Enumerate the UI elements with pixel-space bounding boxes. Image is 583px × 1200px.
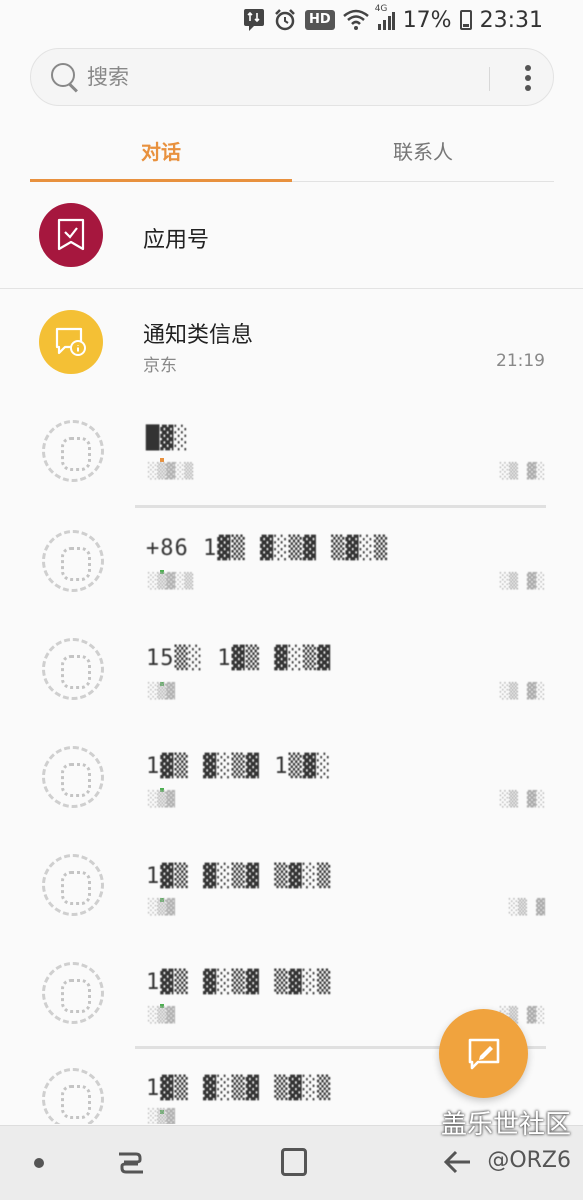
- contact-name: 1▓▒ ▓░▒▓ ▒▓░▒: [146, 970, 332, 995]
- message-time: ░▒ ▓░: [499, 572, 545, 590]
- message-preview: ░▒▓░▒: [148, 462, 194, 480]
- message-preview: ░▒▓: [148, 1006, 176, 1024]
- data-transfer-icon: [243, 8, 265, 32]
- conversation-sender: 京东: [143, 356, 177, 376]
- contact-name: +86 1▓▒ ▓░▒▓ ▒▓░▒: [146, 536, 389, 561]
- alarm-icon: [273, 8, 297, 32]
- message-preview: ░▒▓: [148, 682, 176, 700]
- contact-name: 15▒░ 1▓▒ ▓░▒▓: [146, 646, 332, 671]
- search-input[interactable]: [87, 65, 447, 89]
- battery-icon: [459, 10, 472, 30]
- conversation-time: 21:19: [496, 351, 545, 371]
- home-icon[interactable]: [281, 1148, 307, 1176]
- recents-icon[interactable]: [116, 1148, 146, 1178]
- watermark-site: 盖乐世社区: [440, 1110, 571, 1140]
- avatar: [42, 854, 104, 916]
- hd-badge: HD: [305, 10, 335, 30]
- watermark-user: @ORZ6: [487, 1148, 571, 1173]
- nav-dot-icon[interactable]: [34, 1158, 44, 1168]
- list-item[interactable]: █▓░ ░▒▓░▒ ░▒ ▓░: [0, 400, 583, 508]
- list-item[interactable]: +86 1▓▒ ▓░▒▓ ▒▓░▒ ░▒▓░▒ ░▒ ▓░: [0, 512, 583, 622]
- compose-button[interactable]: [439, 1009, 528, 1098]
- message-preview: ░▒▓: [148, 898, 176, 916]
- list-item[interactable]: 1▓▒ ▓░▒▓ 1▒▓░ ░▒▓ ░▒ ▓░: [0, 732, 583, 842]
- avatar: [42, 638, 104, 700]
- message-time: ░▒ ▓░: [499, 682, 545, 700]
- search-divider: [489, 67, 490, 91]
- divider: [135, 505, 546, 508]
- conversation-app-account[interactable]: 应用号: [0, 190, 583, 288]
- tab-conversations[interactable]: 对话: [30, 120, 292, 182]
- search-icon: [51, 63, 79, 91]
- avatar: [42, 1068, 104, 1124]
- avatar: [42, 962, 104, 1024]
- contact-name: 1▓▒ ▓░▒▓ 1▒▓░: [146, 754, 332, 779]
- status-bar: HD 4G 17% 23:31: [0, 0, 583, 40]
- contact-name: 1▓▒ ▓░▒▓ ▒▓░▒: [146, 1076, 332, 1101]
- bookmark-check-icon: [39, 203, 103, 267]
- battery-percent: 17%: [402, 7, 452, 33]
- tab-contacts[interactable]: 联系人: [292, 120, 554, 181]
- list-item[interactable]: 15▒░ 1▓▒ ▓░▒▓ ░▒▓ ░▒ ▓░: [0, 622, 583, 732]
- network-type-label: 4G: [374, 4, 388, 14]
- avatar: [42, 530, 104, 592]
- conversation-title: 应用号: [143, 228, 210, 253]
- more-vertical-icon[interactable]: [525, 65, 531, 91]
- signal-icon: 4G: [375, 4, 395, 30]
- message-time: ░▒ ▓: [508, 898, 545, 916]
- compose-message-icon: [468, 1038, 499, 1069]
- back-icon[interactable]: [442, 1148, 472, 1178]
- chat-info-icon: [39, 310, 103, 374]
- search-bar[interactable]: [30, 48, 554, 106]
- avatar: [42, 746, 104, 808]
- message-time: ░▒ ▓░: [499, 790, 545, 808]
- avatar: [42, 420, 104, 482]
- status-time: 23:31: [479, 7, 543, 33]
- contact-name: █▓░: [146, 426, 189, 451]
- conversation-title: 通知类信息: [143, 323, 254, 348]
- contact-name: 1▓▒ ▓░▒▓ ▒▓░▒: [146, 864, 332, 889]
- list-item[interactable]: 1▓▒ ▓░▒▓ ▒▓░▒ ░▒▓ ░▒ ▓: [0, 842, 583, 952]
- tab-bar: 对话 联系人: [30, 120, 554, 182]
- message-preview: ░▒▓░▒: [148, 572, 194, 590]
- message-preview: ░▒▓: [148, 1108, 176, 1124]
- message-preview: ░▒▓: [148, 790, 176, 808]
- wifi-icon: [342, 9, 369, 31]
- message-time: ░▒ ▓░: [499, 462, 545, 480]
- conversation-notifications[interactable]: 通知类信息 京东 21:19: [0, 289, 583, 395]
